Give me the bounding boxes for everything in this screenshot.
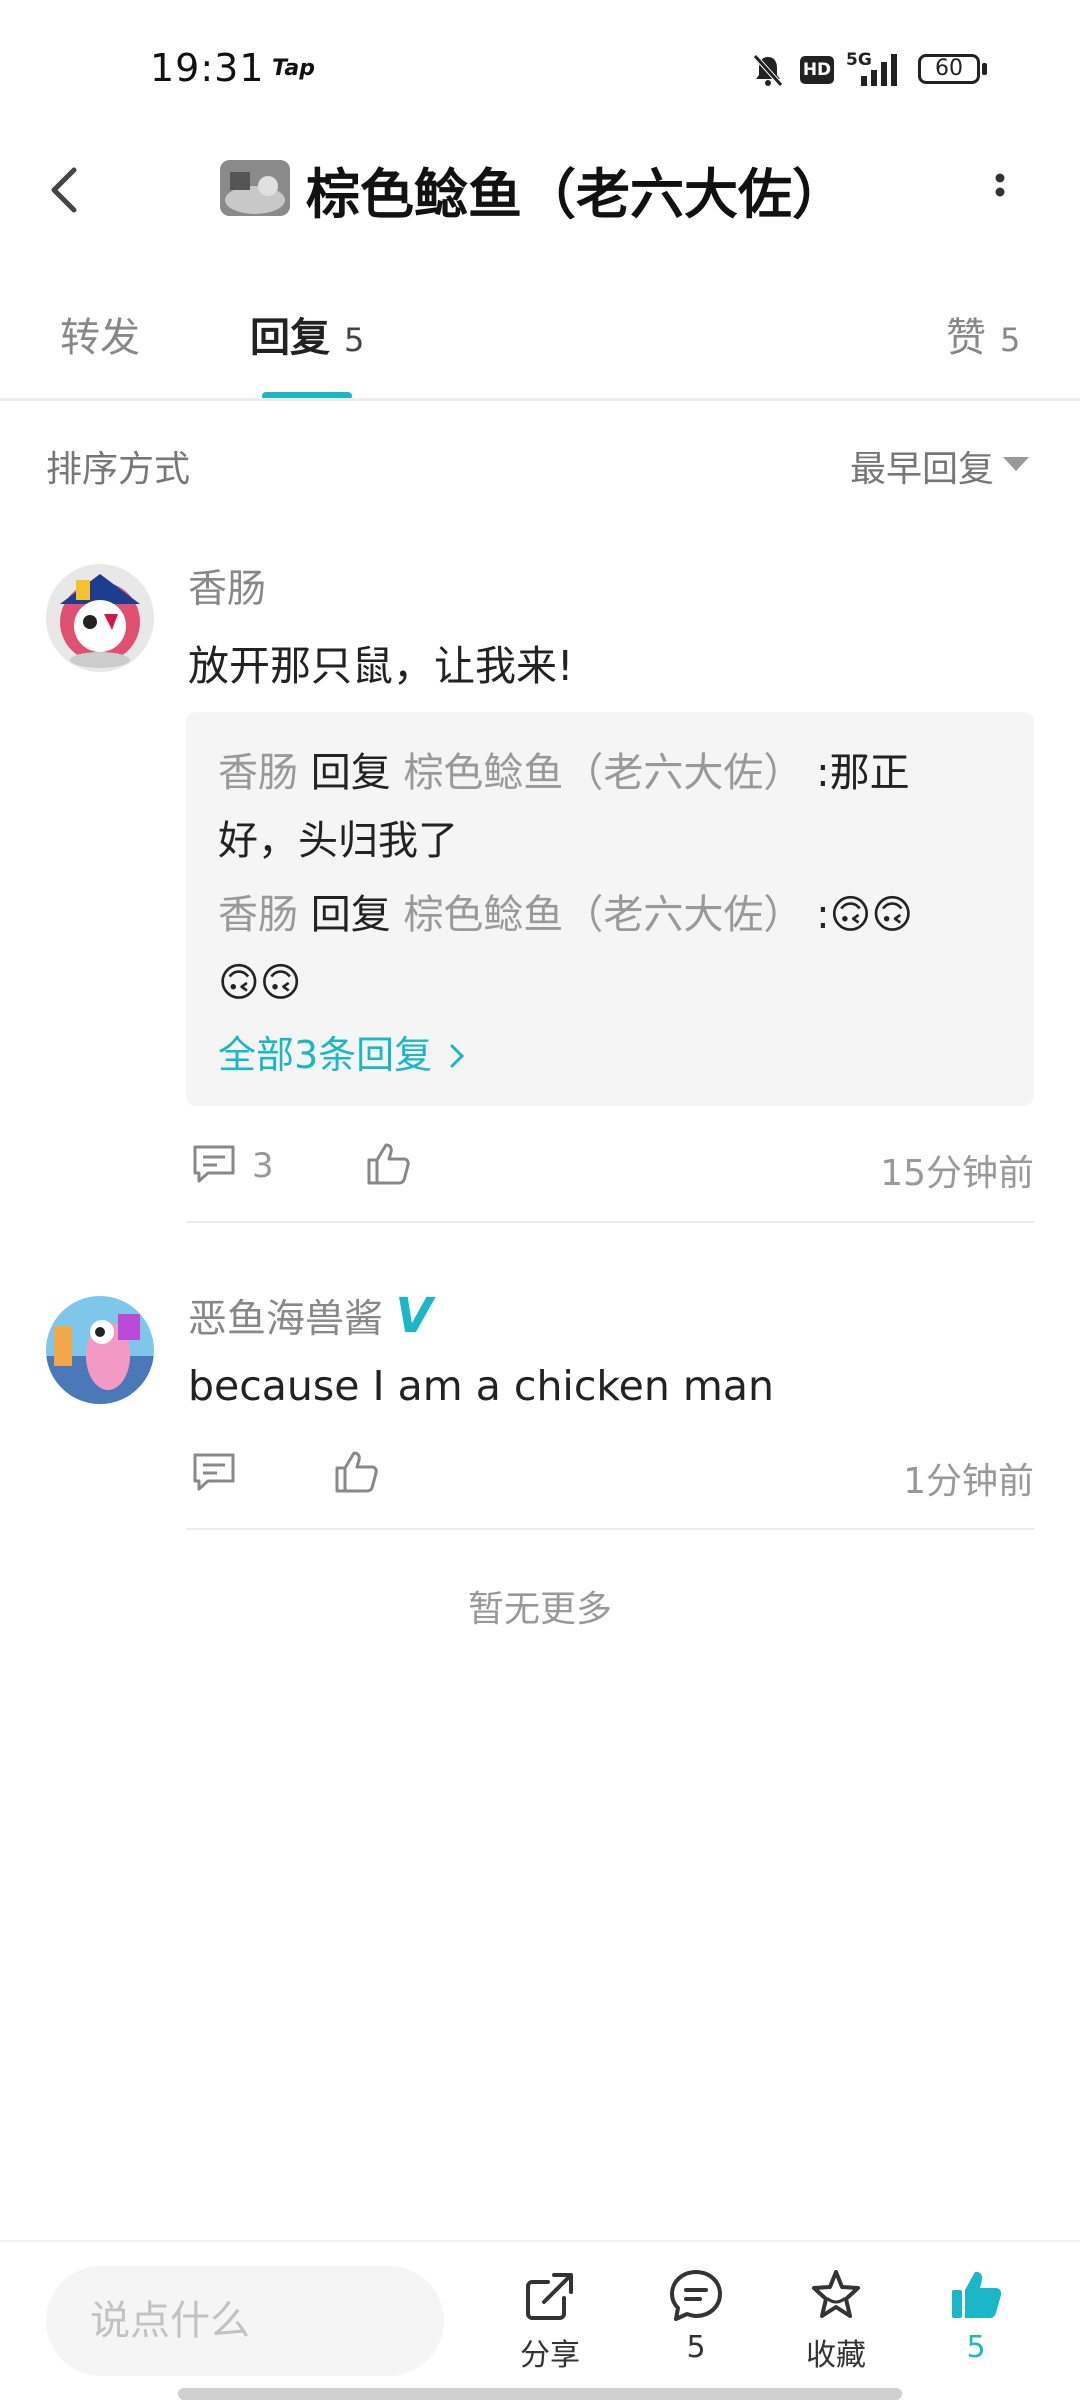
- no-more-text: 暂无更多: [467, 1589, 612, 1630]
- comment-username[interactable]: 香肠: [188, 558, 266, 614]
- comment-text: 放开那只鼠，让我来!: [188, 642, 574, 690]
- separator: :: [816, 750, 830, 796]
- battery-tip: [982, 63, 987, 75]
- verified-badge-icon: V: [395, 1288, 433, 1344]
- favorite-label: 收藏: [806, 2338, 866, 2373]
- like-count: 5: [966, 2330, 986, 2365]
- like-button[interactable]: [364, 1140, 412, 1192]
- thumbs-up-icon: [367, 1143, 410, 1185]
- reply-word: 回复: [310, 750, 391, 796]
- status-app-label: Tap: [272, 56, 315, 81]
- star-icon: [812, 2270, 860, 2318]
- caret-down-icon[interactable]: [1003, 457, 1029, 471]
- sort-label: 排序方式: [46, 449, 191, 490]
- comment-username[interactable]: 恶鱼海兽酱 V: [188, 1288, 433, 1344]
- header-avatar[interactable]: [220, 160, 290, 216]
- more-button[interactable]: [975, 160, 1025, 220]
- thumbs-up-icon: [335, 1451, 378, 1493]
- tab-label: 转发: [60, 315, 140, 361]
- avatar-image: [46, 1296, 154, 1404]
- comment-count: 5: [686, 2330, 706, 2365]
- tab-like[interactable]: 赞5: [946, 305, 1020, 363]
- more-vertical-icon: [995, 173, 1005, 197]
- thumbs-up-filled-icon: [952, 2271, 1002, 2318]
- view-all-label: 全部3条回复: [218, 1033, 433, 1077]
- sub-reply-text: 那正: [829, 750, 910, 796]
- chat-bubble-icon: [670, 2270, 722, 2321]
- divider: [0, 2240, 1080, 2242]
- page-title: 棕色鲶鱼（老六大佐）: [306, 163, 846, 226]
- sort-dropdown[interactable]: 最早回复: [850, 440, 994, 492]
- view-all-replies-link[interactable]: 全部3条回复: [218, 1024, 468, 1079]
- sub-reply-target[interactable]: 棕色鲶鱼（老六大佐）: [403, 892, 803, 938]
- comment-icon: [193, 1145, 235, 1183]
- sub-reply-text-cont: 好，头归我了: [218, 818, 458, 864]
- hd-icon: HD: [800, 56, 834, 84]
- status-bar: 19:31 Tap HD 5G 60: [0, 0, 1080, 140]
- separator: :: [816, 892, 830, 938]
- avatar[interactable]: [46, 1296, 154, 1404]
- favorite-button[interactable]: 收藏: [776, 2266, 896, 2374]
- sub-reply-user[interactable]: 香肠: [218, 750, 298, 796]
- like-button[interactable]: [332, 1448, 380, 1500]
- mute-bell-icon: [753, 54, 783, 87]
- sub-reply[interactable]: 香肠 回复 棕色鲶鱼（老六大佐） :🙃🙃: [218, 882, 998, 948]
- comment-time: 15分钟前: [880, 1153, 1034, 1194]
- divider: [0, 398, 1080, 401]
- reply-word: 回复: [310, 892, 391, 938]
- signal-5g-icon: [861, 54, 897, 86]
- avatar-image: [46, 564, 154, 672]
- share-button[interactable]: 分享: [490, 2266, 610, 2374]
- comment-icon: [193, 1453, 235, 1491]
- share-label: 分享: [520, 2338, 580, 2373]
- sub-reply-target[interactable]: 棕色鲶鱼（老六大佐）: [403, 750, 803, 796]
- tab-label: 赞: [946, 315, 986, 361]
- avatar-image: [220, 160, 290, 216]
- share-icon: [526, 2273, 573, 2320]
- sub-reply-text: 🙃🙃: [829, 892, 914, 938]
- comment-count-button[interactable]: 5: [636, 2266, 756, 2365]
- comment-text: because I am a chicken man: [188, 1362, 774, 1410]
- sub-reply-user[interactable]: 香肠: [218, 892, 298, 938]
- tab-count: 5: [1000, 321, 1021, 359]
- back-button[interactable]: [30, 150, 100, 230]
- divider: [186, 1528, 1034, 1530]
- status-time: 19:31: [150, 46, 265, 90]
- tab-count: 5: [344, 321, 365, 359]
- avatar[interactable]: [46, 564, 154, 672]
- reply-button[interactable]: [190, 1140, 238, 1192]
- battery-icon: 60: [918, 54, 980, 84]
- comment-input[interactable]: [46, 2266, 444, 2376]
- reply-count: 3: [252, 1146, 274, 1186]
- chevron-right-icon: [450, 1044, 465, 1068]
- tab-label: 回复: [250, 315, 330, 361]
- sub-reply-text-cont: 🙃🙃: [218, 960, 302, 1006]
- comment-time: 1分钟前: [903, 1461, 1034, 1502]
- tab-reply[interactable]: 回复 5: [250, 305, 364, 363]
- like-post-button[interactable]: 5: [916, 2266, 1036, 2365]
- divider: [186, 1221, 1034, 1223]
- tab-forward[interactable]: 转发: [60, 305, 140, 363]
- reply-button[interactable]: [190, 1448, 238, 1500]
- chevron-left-icon: [51, 167, 77, 213]
- gesture-nav-bar[interactable]: [178, 2388, 902, 2400]
- username-text: 恶鱼海兽酱: [188, 1297, 384, 1342]
- sub-reply[interactable]: 香肠 回复 棕色鲶鱼（老六大佐） :那正: [218, 740, 998, 806]
